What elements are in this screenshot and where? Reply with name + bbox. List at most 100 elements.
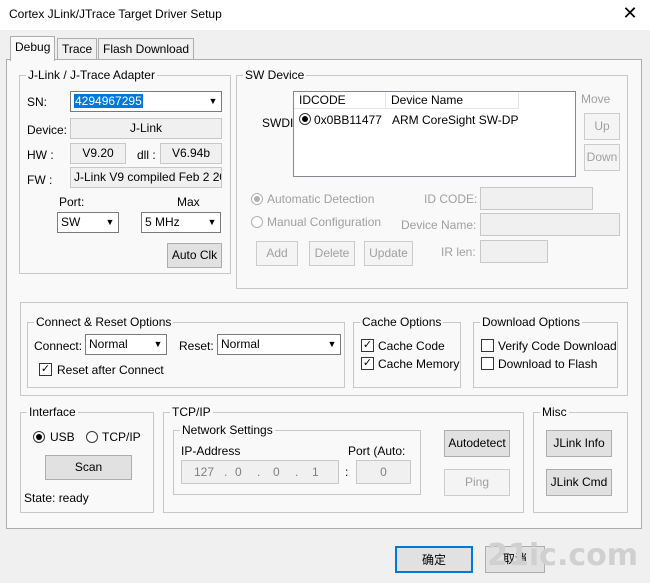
- jlink-info-button[interactable]: JLink Info: [546, 430, 612, 457]
- device-name-field[interactable]: [480, 213, 620, 236]
- up-button[interactable]: Up: [584, 113, 620, 140]
- download-to-flash-checkbox[interactable]: [481, 357, 494, 370]
- misc-legend: Misc: [540, 405, 569, 419]
- title-bar: Cortex JLink/JTrace Target Driver Setup …: [0, 0, 650, 30]
- delete-button[interactable]: Delete: [309, 241, 355, 266]
- device-field: J-Link: [70, 118, 222, 139]
- list-item[interactable]: 0x0BB11477 ARM CoreSight SW-DP: [294, 111, 574, 129]
- reset-after-connect-label: Reset after Connect: [57, 363, 164, 377]
- port-value: SW: [61, 215, 81, 229]
- fw-label: FW :: [27, 173, 53, 187]
- cache-options-group: Cache Options: [353, 315, 461, 388]
- usb-label: USB: [50, 430, 75, 444]
- sn-select[interactable]: 4294967295 ▼: [70, 91, 222, 112]
- port-select[interactable]: SW ▼: [57, 212, 119, 233]
- ip-octet-3: 0: [273, 465, 280, 479]
- port-label: Port:: [59, 195, 85, 209]
- max-label: Max: [177, 195, 200, 209]
- auto-detection-radio[interactable]: [251, 193, 263, 205]
- scan-button[interactable]: Scan: [45, 455, 132, 480]
- sw-device-legend: SW Device: [243, 68, 307, 82]
- dll-field: V6.94b: [160, 143, 222, 164]
- reset-select[interactable]: Normal ▼: [217, 334, 341, 355]
- download-to-flash-label: Download to Flash: [498, 357, 598, 371]
- chevron-down-icon: ▼: [208, 96, 218, 106]
- interface-legend: Interface: [27, 405, 78, 419]
- sn-value: 4294967295: [74, 94, 143, 108]
- hw-label: HW :: [27, 148, 54, 162]
- autodetect-button[interactable]: Autodetect: [444, 430, 510, 457]
- tab-trace[interactable]: Trace: [57, 38, 98, 60]
- adapter-legend: J-Link / J-Trace Adapter: [26, 68, 157, 82]
- chevron-down-icon: ▼: [153, 339, 163, 349]
- device-label: Device:: [27, 123, 68, 137]
- connect-reset-group: Connect & Reset Options: [27, 315, 345, 388]
- usb-radio[interactable]: [33, 431, 45, 443]
- auto-detection-label: Automatic Detection: [267, 192, 375, 206]
- cache-options-legend: Cache Options: [360, 315, 444, 329]
- column-device-name[interactable]: Device Name: [386, 92, 519, 109]
- tcpip-label: TCP/IP: [102, 430, 141, 444]
- connect-label: Connect:: [34, 339, 83, 353]
- close-icon[interactable]: ✕: [620, 3, 640, 23]
- chevron-down-icon: ▼: [207, 217, 217, 227]
- tcpip-legend: TCP/IP: [170, 405, 213, 419]
- misc-group: Misc: [533, 405, 628, 513]
- sn-label: SN:: [27, 95, 48, 109]
- reset-after-connect-checkbox[interactable]: ✓: [39, 363, 52, 376]
- max-clock-select[interactable]: 5 MHz ▼: [141, 212, 221, 233]
- cache-memory-checkbox[interactable]: ✓: [361, 357, 374, 370]
- ip-octet-4: 1: [312, 465, 319, 479]
- row-idcode: 0x0BB11477: [314, 113, 382, 127]
- ir-len-label: IR len:: [441, 245, 476, 259]
- hw-field: V9.20: [70, 143, 126, 164]
- connect-value: Normal: [89, 337, 128, 351]
- connect-reset-legend: Connect & Reset Options: [34, 315, 174, 329]
- tab-debug[interactable]: Debug: [10, 36, 56, 61]
- ok-button[interactable]: 确定: [395, 546, 473, 573]
- network-settings-legend: Network Settings: [180, 423, 275, 437]
- watermark-logo: 21ic.com: [487, 538, 638, 573]
- id-code-field[interactable]: [480, 187, 593, 210]
- ip-address-field[interactable]: 127 . 0 . 0 . 1: [181, 460, 339, 484]
- chevron-down-icon: ▼: [105, 217, 115, 227]
- download-options-group: Download Options: [473, 315, 618, 388]
- dll-label: dll :: [137, 148, 156, 162]
- verify-download-checkbox[interactable]: [481, 339, 494, 352]
- cache-memory-label: Cache Memory: [378, 357, 460, 371]
- fw-field: J-Link V9 compiled Feb 2 20: [70, 167, 222, 188]
- verify-download-label: Verify Code Download: [498, 339, 617, 353]
- id-code-label: ID CODE:: [424, 192, 478, 206]
- cache-code-checkbox[interactable]: ✓: [361, 339, 374, 352]
- window-title: Cortex JLink/JTrace Target Driver Setup: [9, 7, 222, 21]
- swdi-label: SWDI: [262, 116, 294, 130]
- ir-len-field[interactable]: [480, 240, 548, 263]
- move-label: Move: [581, 92, 611, 106]
- update-button[interactable]: Update: [364, 241, 413, 266]
- port-field[interactable]: 0: [356, 460, 411, 484]
- manual-config-label: Manual Configuration: [267, 215, 382, 229]
- tab-flash-download[interactable]: Flash Download: [98, 38, 195, 60]
- device-list[interactable]: IDCODE Device Name 0x0BB11477 ARM CoreSi…: [293, 91, 576, 177]
- device-name-label: Device Name:: [401, 218, 477, 232]
- selected-row-icon: [299, 113, 311, 125]
- chevron-down-icon: ▼: [327, 339, 337, 349]
- ip-octet-2: 0: [235, 465, 242, 479]
- state-label: State: ready: [24, 491, 89, 505]
- reset-label: Reset:: [179, 339, 214, 353]
- ping-button[interactable]: Ping: [444, 469, 510, 496]
- add-button[interactable]: Add: [256, 241, 298, 266]
- ip-address-label: IP-Address: [181, 444, 241, 458]
- row-device-name: ARM CoreSight SW-DP: [392, 113, 519, 127]
- max-clock-value: 5 MHz: [145, 215, 180, 229]
- ip-octet-1: 127: [194, 465, 215, 479]
- tcpip-radio[interactable]: [86, 431, 98, 443]
- down-button[interactable]: Down: [584, 144, 620, 171]
- auto-clk-button[interactable]: Auto Clk: [167, 243, 222, 268]
- manual-config-radio[interactable]: [251, 216, 263, 228]
- jlink-cmd-button[interactable]: JLink Cmd: [546, 469, 612, 496]
- connect-select[interactable]: Normal ▼: [85, 334, 167, 355]
- cache-code-label: Cache Code: [378, 339, 445, 353]
- port-auto-label: Port (Auto:: [348, 444, 406, 458]
- column-idcode[interactable]: IDCODE: [294, 92, 386, 109]
